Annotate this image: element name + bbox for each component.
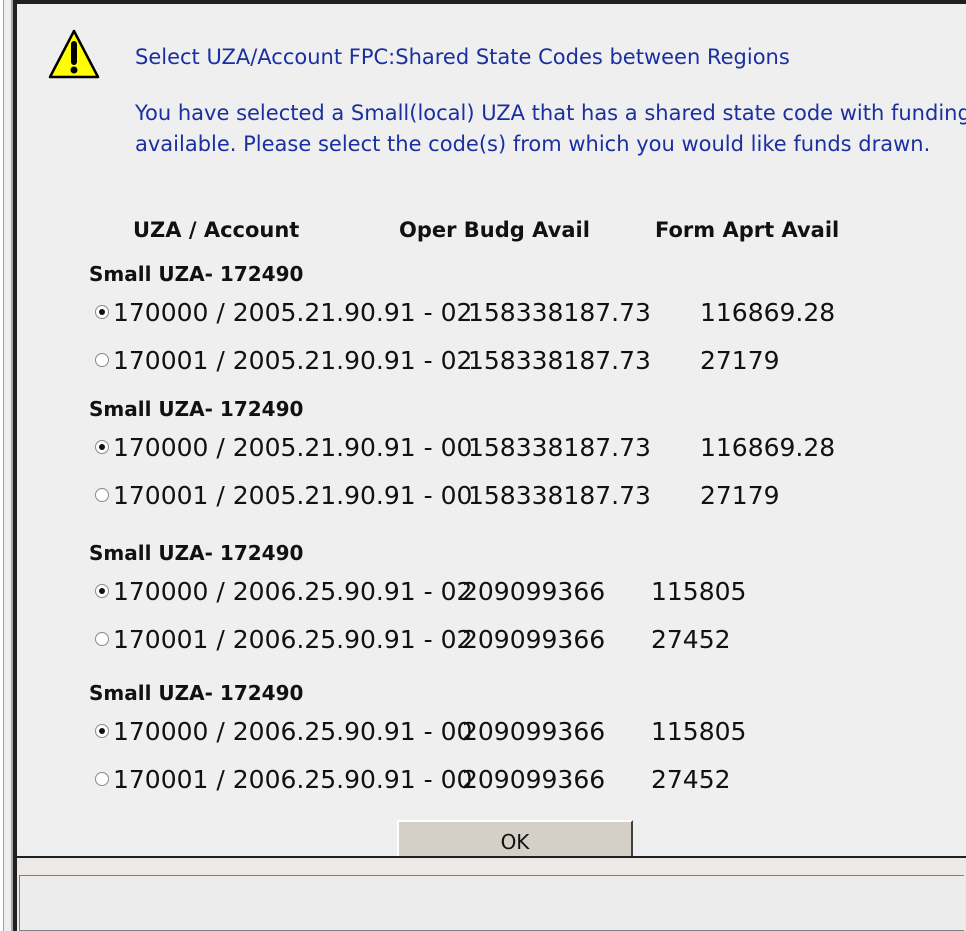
oper-budg-value: 158338187.73 [468,481,651,510]
status-bar [17,856,966,931]
radio-button[interactable] [95,632,109,646]
form-aprt-value: 27179 [700,481,780,510]
oper-budg-value: 209099366 [462,577,606,606]
dialog-title: Select UZA/Account FPC:Shared State Code… [135,45,790,69]
group-title: Small UZA- 172490 [89,397,304,421]
account-code: 170000 / 2005.21.90.91 - 02 [113,298,473,327]
oper-budg-value: 158338187.73 [468,433,651,462]
radio-button[interactable] [95,353,109,367]
column-header-account: UZA / Account [133,218,300,242]
radio-button[interactable] [95,488,109,502]
oper-budg-value: 158338187.73 [468,346,651,375]
form-aprt-value: 27452 [651,765,731,794]
form-aprt-value: 116869.28 [700,298,836,327]
account-code: 170001 / 2005.21.90.91 - 02 [113,346,473,375]
radio-button-selected[interactable] [95,305,109,319]
account-code: 170001 / 2006.25.90.91 - 00 [113,765,473,794]
column-header-oper-budg: Oper Budg Avail [399,218,590,242]
group-title: Small UZA- 172490 [89,681,304,705]
oper-budg-value: 209099366 [462,717,606,746]
dialog-panel: Select UZA/Account FPC:Shared State Code… [17,4,966,865]
column-header-form-aprt: Form Aprt Avail [655,218,840,242]
radio-button-selected[interactable] [95,440,109,454]
form-aprt-value: 115805 [651,577,747,606]
account-code: 170001 / 2005.21.90.91 - 00 [113,481,473,510]
window-frame: Select UZA/Account FPC:Shared State Code… [0,0,966,931]
radio-button[interactable] [95,772,109,786]
form-aprt-value: 116869.28 [700,433,836,462]
oper-budg-value: 209099366 [462,625,606,654]
window-left-border [0,0,4,931]
group-title: Small UZA- 172490 [89,541,304,565]
form-aprt-value: 27179 [700,346,780,375]
radio-button-selected[interactable] [95,724,109,738]
oper-budg-value: 209099366 [462,765,606,794]
form-aprt-value: 115805 [651,717,747,746]
warning-icon [48,29,100,79]
account-code: 170001 / 2006.25.90.91 - 02 [113,625,473,654]
group-title: Small UZA- 172490 [89,262,304,286]
form-aprt-value: 27452 [651,625,731,654]
status-field [19,875,964,931]
radio-button-selected[interactable] [95,584,109,598]
account-code: 170000 / 2006.25.90.91 - 02 [113,577,473,606]
account-code: 170000 / 2005.21.90.91 - 00 [113,433,473,462]
dialog-message: You have selected a Small(local) UZA tha… [135,101,966,156]
oper-budg-value: 158338187.73 [468,298,651,327]
account-code: 170000 / 2006.25.90.91 - 00 [113,717,473,746]
